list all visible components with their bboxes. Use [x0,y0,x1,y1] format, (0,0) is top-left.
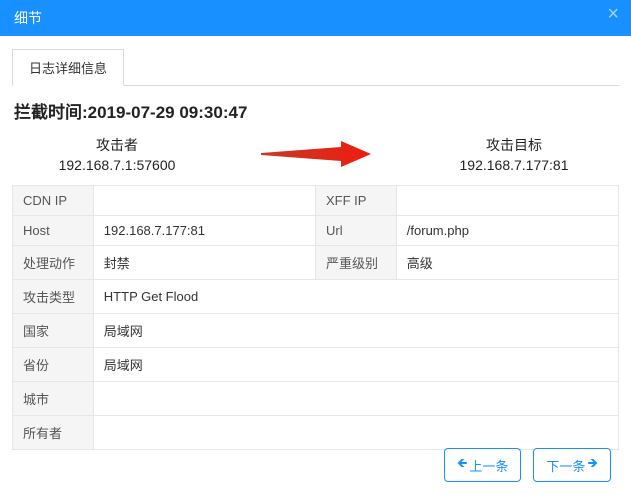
city-value [93,382,618,416]
table-row: 城市 [13,382,619,416]
attack-type-value: HTTP Get Flood [93,280,618,314]
cdn-ip-value [93,186,315,216]
url-value: /forum.php [396,216,618,246]
table-row: 省份 局域网 [13,348,619,382]
arrow-right-icon: 🡺 [587,454,598,476]
table-row: CDN IP XFF IP [13,186,619,216]
arrow-icon [202,141,429,167]
table-row: Host 192.168.7.177:81 Url /forum.php [13,216,619,246]
tab-label: 日志详细信息 [29,61,107,76]
xff-ip-value [396,186,618,216]
table-row: 攻击类型 HTTP Get Flood [13,280,619,314]
next-button[interactable]: 下一条 🡺 [533,448,611,482]
close-icon[interactable]: × [607,4,619,24]
arrow-left-icon: 🡸 [457,454,468,476]
host-label: Host [13,216,94,246]
prev-button[interactable]: 🡸 上一条 [444,448,522,482]
info-table: CDN IP XFF IP Host 192.168.7.177:81 Url … [12,185,619,450]
target-label: 攻击目标 [429,135,599,155]
block-title: 拦截时间:2019-07-29 09:30:47 [14,98,617,123]
country-value: 局域网 [93,314,618,348]
next-label: 下一条 [546,456,585,475]
host-value: 192.168.7.177:81 [93,216,315,246]
tab-row: 日志详细信息 [12,48,619,86]
severity-label: 严重级别 [315,246,396,280]
table-row: 国家 局域网 [13,314,619,348]
province-value: 局域网 [93,348,618,382]
table-row: 处理动作 封禁 严重级别 高级 [13,246,619,280]
attacker-label: 攻击者 [32,135,202,155]
city-label: 城市 [13,382,94,416]
attacker-block: 攻击者 192.168.7.1:57600 [32,135,202,173]
modal-footer: 🡸 上一条 下一条 🡺 [424,434,631,496]
action-value: 封禁 [93,246,315,280]
prev-label: 上一条 [469,456,508,475]
url-label: Url [315,216,396,246]
modal-body: 日志详细信息 拦截时间:2019-07-29 09:30:47 攻击者 192.… [0,36,631,450]
xff-ip-label: XFF IP [315,186,396,216]
country-label: 国家 [13,314,94,348]
tab-log-detail[interactable]: 日志详细信息 [12,49,124,86]
modal-header: 细节 × [0,0,631,36]
attack-type-label: 攻击类型 [13,280,94,314]
province-label: 省份 [13,348,94,382]
target-value: 192.168.7.177:81 [429,157,599,173]
flow-row: 攻击者 192.168.7.1:57600 攻击目标 192.168.7.177… [12,133,619,181]
modal-title: 细节 [14,10,42,26]
attacker-value: 192.168.7.1:57600 [32,157,202,173]
owner-label: 所有者 [13,416,94,450]
target-block: 攻击目标 192.168.7.177:81 [429,135,599,173]
severity-value: 高级 [396,246,618,280]
action-label: 处理动作 [13,246,94,280]
cdn-ip-label: CDN IP [13,186,94,216]
